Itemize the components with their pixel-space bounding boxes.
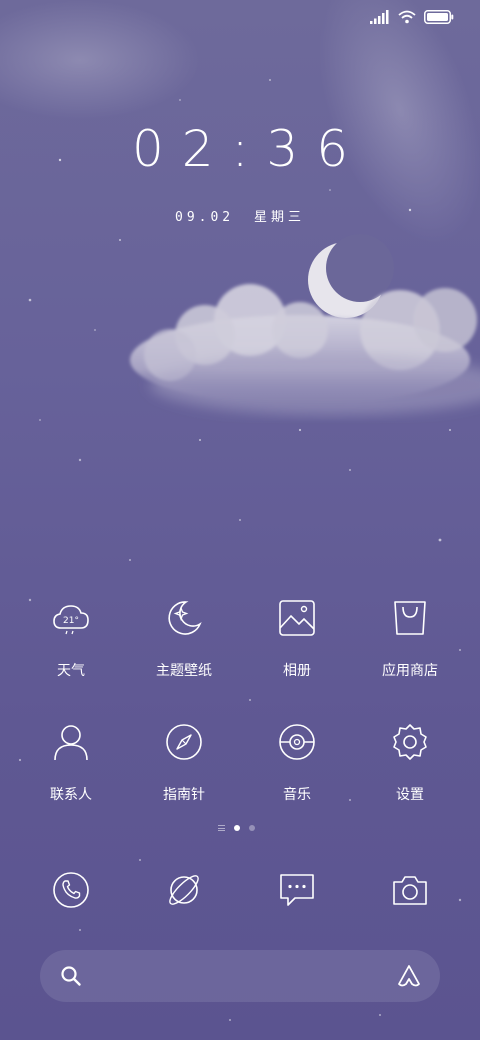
app-music[interactable]: 音乐 bbox=[242, 722, 352, 804]
weather-cloud-icon: 21° bbox=[53, 605, 89, 635]
page-dot-active[interactable] bbox=[234, 825, 240, 831]
app-store[interactable]: 应用商店 bbox=[355, 598, 465, 680]
theme-moon-icon bbox=[168, 601, 202, 635]
app-label: 指南针 bbox=[163, 787, 205, 803]
app-label: 音乐 bbox=[283, 787, 311, 803]
app-contacts[interactable]: 联系人 bbox=[16, 722, 126, 804]
battery-icon bbox=[424, 10, 454, 24]
app-compass[interactable]: 指南针 bbox=[129, 722, 239, 804]
music-disc-icon bbox=[279, 724, 315, 760]
app-label: 相册 bbox=[283, 663, 311, 679]
app-label: 主题壁纸 bbox=[156, 663, 212, 679]
camera-icon[interactable] bbox=[391, 871, 429, 909]
search-bar[interactable] bbox=[40, 950, 440, 1002]
app-label: 设置 bbox=[396, 787, 424, 803]
app-label: 天气 bbox=[57, 663, 85, 679]
app-label: 应用商店 bbox=[382, 663, 438, 679]
app-label: 联系人 bbox=[50, 787, 92, 803]
lock-date: 09.02 星期三 bbox=[0, 206, 480, 225]
page-list-icon[interactable] bbox=[218, 825, 225, 831]
weekday-text: 星期三 bbox=[253, 210, 305, 225]
weather-temp: 21° bbox=[63, 616, 79, 626]
shopping-bag-icon bbox=[394, 601, 426, 635]
search-icon bbox=[61, 966, 81, 986]
page-indicator[interactable] bbox=[218, 825, 255, 831]
message-icon[interactable] bbox=[278, 871, 316, 909]
phone-icon[interactable] bbox=[52, 871, 90, 909]
assistant-icon[interactable] bbox=[396, 963, 422, 989]
lock-clock: 02:36 bbox=[131, 120, 367, 178]
date-text: 09.02 bbox=[175, 210, 235, 225]
contact-person-icon bbox=[54, 725, 88, 761]
signal-icon bbox=[370, 10, 389, 24]
page-dot[interactable] bbox=[249, 825, 255, 831]
app-weather[interactable]: 21° 天气 bbox=[16, 598, 126, 680]
status-bar bbox=[370, 10, 454, 24]
planet-icon[interactable] bbox=[165, 871, 203, 909]
gear-icon bbox=[393, 724, 427, 760]
compass-icon bbox=[166, 724, 202, 760]
app-settings[interactable]: 设置 bbox=[355, 722, 465, 804]
cloud bbox=[130, 284, 480, 415]
gallery-icon bbox=[279, 600, 315, 636]
app-theme-wallpaper[interactable]: 主题壁纸 bbox=[129, 598, 239, 680]
wifi-icon bbox=[398, 10, 416, 24]
app-gallery[interactable]: 相册 bbox=[242, 598, 352, 680]
